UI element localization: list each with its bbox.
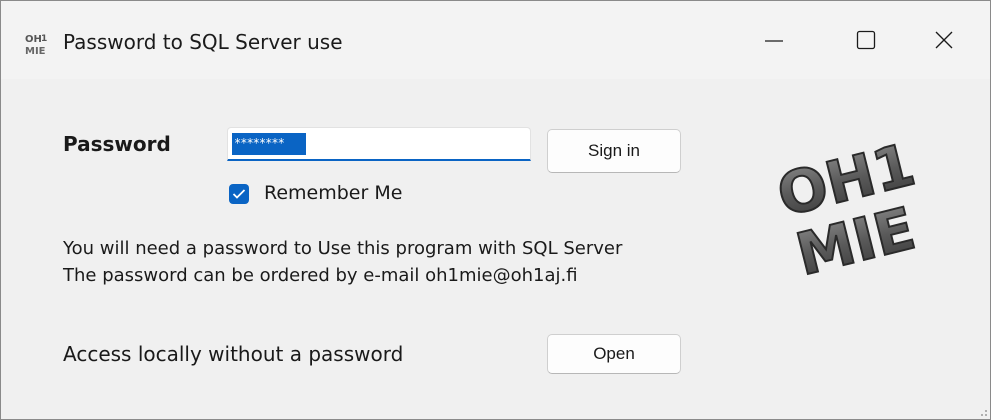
close-button[interactable] — [898, 1, 990, 79]
window-title: Password to SQL Server use — [63, 30, 343, 54]
oh1-mie-logo: OH1 MIE — [770, 129, 923, 279]
minimize-icon — [765, 40, 783, 42]
maximize-icon — [856, 30, 876, 50]
info-text-line-1: You will need a password to Use this pro… — [63, 238, 623, 259]
password-value: ******** — [232, 133, 306, 155]
title-bar[interactable]: OH 1 MIE Password to SQL Server use — [1, 1, 990, 79]
info-text-line-2: The password can be ordered by e-mail oh… — [63, 265, 578, 286]
remember-me-label[interactable]: Remember Me — [264, 182, 402, 204]
close-icon — [935, 31, 953, 49]
open-button[interactable]: Open — [547, 334, 681, 374]
login-dialog: OH 1 MIE Password to SQL Server use Pass… — [0, 0, 991, 420]
svg-text:1: 1 — [41, 34, 47, 44]
resize-grip-icon[interactable] — [974, 403, 988, 417]
svg-text:OH: OH — [25, 34, 42, 45]
password-input[interactable]: ******** — [227, 127, 531, 161]
oh1-mie-icon: OH 1 MIE — [25, 34, 47, 57]
checkmark-icon — [232, 189, 246, 199]
sign-in-button[interactable]: Sign in — [547, 129, 681, 173]
password-label: Password — [63, 132, 171, 156]
svg-text:MIE: MIE — [25, 46, 46, 57]
access-locally-label: Access locally without a password — [63, 342, 404, 366]
minimize-button[interactable] — [728, 1, 820, 79]
remember-me-checkbox[interactable] — [229, 184, 249, 204]
